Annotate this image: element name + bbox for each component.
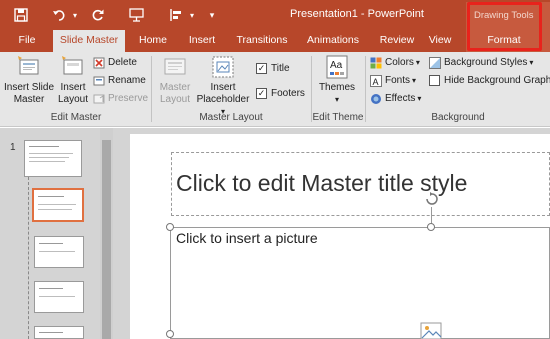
resize-handle[interactable] [427,223,435,231]
save-icon[interactable] [10,4,32,26]
tab-slide-master[interactable]: Slide Master [53,30,125,52]
rotate-handle-icon[interactable] [424,191,440,207]
colors-label: Colors [385,57,414,68]
insert-slide-master-label-1: Insert Slide [3,82,55,93]
fonts-button[interactable]: A Fonts ▾ [370,73,416,88]
scrollbar-thumb[interactable] [102,140,111,339]
background-styles-icon [429,56,441,69]
tab-transitions[interactable]: Transitions [230,30,294,52]
insert-placeholder-label-2: Placeholder [196,94,250,105]
preserve-button[interactable]: Preserve [93,91,148,106]
customize-qat-icon[interactable]: ▾ [205,4,219,26]
preserve-icon [93,93,105,105]
footers-checkbox-box[interactable]: ✓ [256,88,267,99]
hide-background-checkbox-box[interactable] [429,75,440,86]
font-icon: A [370,74,382,87]
resize-handle[interactable] [166,223,174,231]
hide-background-checkbox[interactable]: Hide Background Graphi [429,73,550,88]
themes-button[interactable]: Aa Themes ▾ [314,54,360,106]
insert-placeholder-icon [210,54,236,80]
tab-home[interactable]: Home [132,30,174,52]
title-checkbox-box[interactable]: ✓ [256,63,267,74]
chevron-down-icon: ▾ [412,76,417,85]
effects-label: Effects [385,93,416,104]
layout-thumbnail-selected[interactable] [32,188,84,222]
insert-slide-master-label-2: Master [13,94,45,105]
insert-placeholder-label-1: Insert [210,82,236,93]
delete-button[interactable]: Delete [93,55,137,70]
thumbnail-connector [28,177,29,339]
insert-layout-icon [60,54,86,80]
insert-slide-master-icon [16,54,42,80]
chevron-down-icon: ▾ [334,95,339,104]
tab-format[interactable]: Format [478,30,530,52]
fonts-label: Fonts [385,75,411,86]
colors-button[interactable]: Colors ▾ [370,55,420,70]
master-layout-button[interactable]: Master Layout [156,54,194,106]
resize-handle[interactable] [166,330,174,338]
svg-text:A: A [373,77,379,87]
delete-label: Delete [108,57,137,68]
delete-icon [93,57,105,69]
present-from-start-icon[interactable] [125,4,147,26]
effects-button[interactable]: Effects ▾ [370,91,421,106]
redo-icon[interactable] [87,4,109,26]
tab-animations[interactable]: Animations [300,30,366,52]
align-dropdown-icon[interactable]: ▾ [187,4,197,26]
insert-layout-button[interactable]: Insert Layout [55,54,91,106]
rename-icon [93,75,105,87]
layout-thumbnail[interactable] [34,281,84,313]
chevron-down-icon: ▾ [417,94,422,103]
background-styles-button[interactable]: Background Styles ▾ [429,55,533,70]
effects-icon [370,93,382,105]
background-group-label: Background [431,112,485,123]
master-layout-label-1: Master [159,82,191,93]
drawing-tools-label: Drawing Tools [474,10,534,21]
hide-background-label: Hide Background Graphi [444,75,550,86]
title-checkbox[interactable]: ✓ Title [256,61,290,76]
tab-view[interactable]: View [422,30,458,52]
insert-layout-label-2: Layout [57,94,89,105]
background-styles-label: Background Styles [444,57,528,68]
undo-icon[interactable] [48,4,70,26]
master-layout-icon [162,54,188,80]
chevron-down-icon: ▾ [415,58,420,67]
layout-thumbnail[interactable] [34,236,84,268]
layout-thumbnail[interactable] [34,326,84,339]
master-layout-label-2: Layout [159,94,191,105]
master-layout-group-label: Master Layout [199,112,263,123]
undo-dropdown-icon[interactable]: ▾ [70,4,80,26]
insert-picture-icon[interactable] [420,322,442,339]
footers-checkbox[interactable]: ✓ Footers [256,86,305,101]
color-palette-icon [370,57,382,69]
slide-number: 1 [10,142,16,153]
preserve-label: Preserve [108,93,149,104]
tab-file[interactable]: File [8,30,46,52]
insert-slide-master-button[interactable]: Insert Slide Master [3,54,55,106]
tab-insert[interactable]: Insert [182,30,222,52]
themes-icon: Aa [324,54,350,80]
insert-layout-label-1: Insert [60,82,86,93]
edit-master-group-label: Edit Master [50,112,102,123]
svg-text:Aa: Aa [330,60,343,71]
title-checkbox-label: Title [271,63,290,74]
rename-label: Rename [108,75,146,86]
picture-placeholder-text[interactable]: Click to insert a picture [176,230,318,246]
document-title: Presentation1 - PowerPoint [290,8,424,20]
align-icon[interactable] [165,4,187,26]
edit-theme-group-label: Edit Theme [312,112,364,123]
chevron-down-icon: ▾ [529,58,534,67]
insert-placeholder-button[interactable]: Insert Placeholder ▾ [194,54,252,118]
themes-label: Themes [318,82,356,93]
tab-review[interactable]: Review [374,30,420,52]
rename-button[interactable]: Rename [93,73,146,88]
footers-checkbox-label: Footers [271,88,305,99]
slide-master-thumbnail[interactable] [24,140,82,177]
